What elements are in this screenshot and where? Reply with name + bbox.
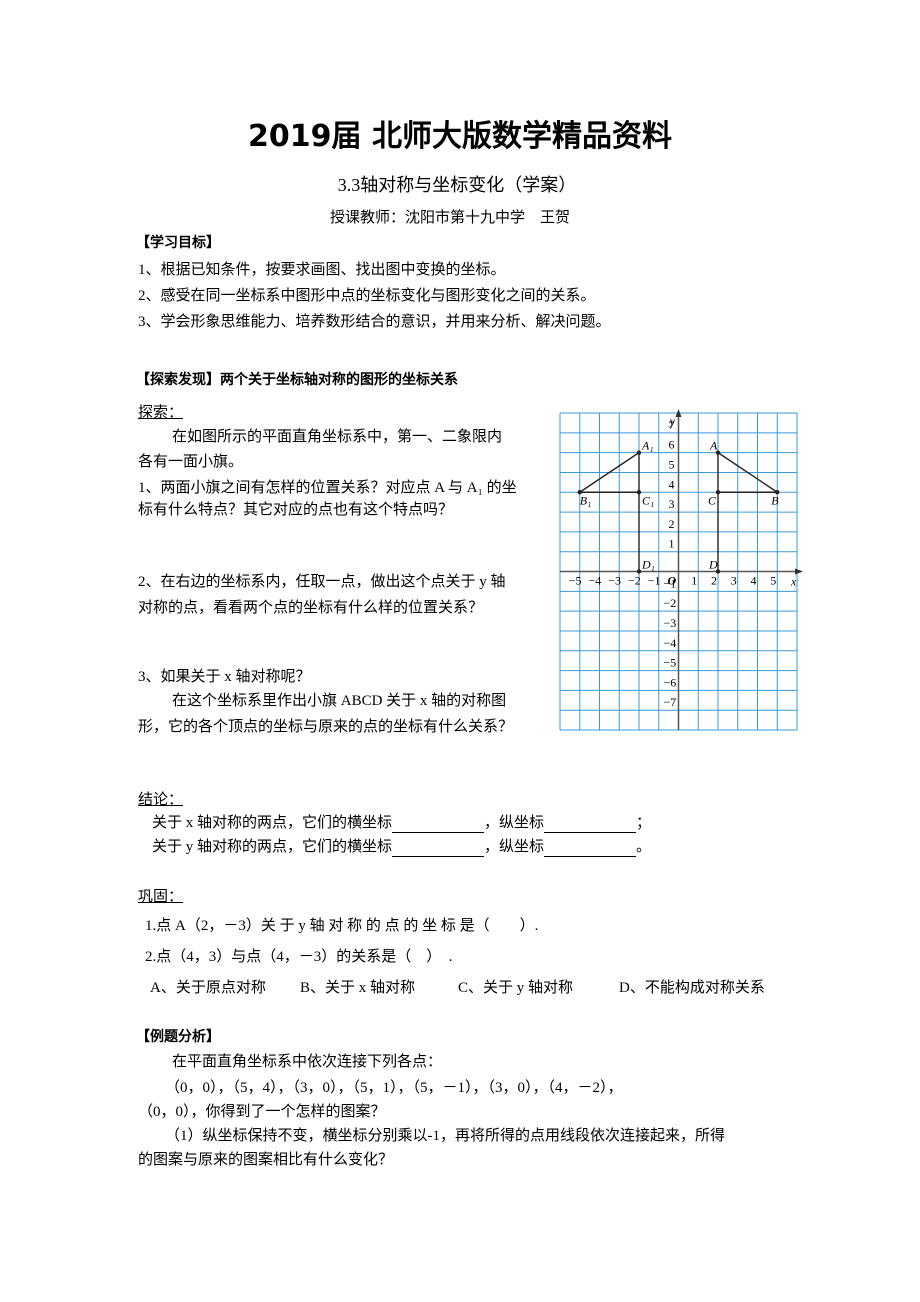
explore-label: 探索： bbox=[138, 405, 184, 421]
x-tick-label: 2 bbox=[711, 574, 717, 588]
practice-option: B、关于 x 轴对称 bbox=[300, 980, 416, 996]
x-tick-label: 5 bbox=[770, 574, 776, 588]
practice-option: C、关于 y 轴对称 bbox=[458, 980, 574, 996]
point-label: A bbox=[709, 439, 718, 453]
x-tick-label: −4 bbox=[589, 574, 602, 588]
goal-item: 1、根据已知条件，按要求画图、找出图中变换的坐标。 bbox=[138, 262, 506, 278]
y-tick-label: −2 bbox=[664, 596, 677, 610]
question-2: 2、在右边的坐标系内，任取一点，做出这个点关于 y 轴 bbox=[138, 574, 506, 590]
question-3: 3、如果关于 x 轴对称呢？ bbox=[138, 669, 311, 685]
goal-item: 3、学会形象思维能力、培养数形结合的意识，并用来分析、解决问题。 bbox=[138, 314, 611, 330]
x-tick-label: 1 bbox=[691, 574, 697, 588]
x-axis-label: x bbox=[790, 575, 797, 589]
explore-heading: 【探索发现】两个关于坐标轴对称的图形的坐标关系 bbox=[136, 372, 458, 388]
y-tick-label: 6 bbox=[669, 438, 675, 452]
question-1-cont: 标有什么特点？其它对应的点也有这个特点吗？ bbox=[138, 502, 454, 518]
y-tick-label: −7 bbox=[664, 695, 677, 709]
question-1: 1、两面小旗之间有怎样的位置关系？对应点 A 与 A₁ 的坐 bbox=[138, 480, 517, 496]
x-tick-label: −3 bbox=[608, 574, 621, 588]
answer-blank[interactable] bbox=[392, 817, 485, 833]
x-tick-label: 4 bbox=[751, 574, 757, 588]
point-label: C bbox=[708, 493, 717, 507]
y-tick-label: 3 bbox=[669, 497, 675, 511]
answer-blank[interactable] bbox=[544, 841, 637, 857]
y-tick-label: 1 bbox=[669, 537, 675, 551]
conclusion-text: ，纵坐标 bbox=[484, 815, 545, 831]
example-text: 的图案与原来的图案相比有什么变化？ bbox=[138, 1152, 394, 1168]
example-heading: 【例题分析】 bbox=[136, 1029, 220, 1045]
x-tick-label: 3 bbox=[731, 574, 737, 588]
answer-blank[interactable] bbox=[392, 841, 485, 857]
point-label: A₁ bbox=[641, 439, 654, 453]
lesson-title: 3.3轴对称与坐标变化（学案） bbox=[337, 175, 577, 195]
conclusion-label: 结论： bbox=[138, 792, 184, 808]
practice-q2: 2.点（4，3）与点（4，－3）的关系是（ ） . bbox=[145, 949, 453, 965]
question-2-cont: 对称的点，看看两个点的坐标有什么样的位置关系？ bbox=[138, 600, 484, 616]
example-text: （0，0），你得到了一个怎样的图案？ bbox=[138, 1104, 386, 1120]
conclusion-text: 关于 x 轴对称的两点，它们的横坐标 bbox=[152, 815, 393, 831]
goal-item: 2、感受在同一坐标系中图形中点的坐标变化与图形变化之间的关系。 bbox=[138, 288, 596, 304]
y-tick-label: −1 bbox=[664, 576, 677, 590]
y-tick-label: 5 bbox=[669, 457, 675, 471]
point-label: B bbox=[771, 493, 779, 507]
y-tick-label: −6 bbox=[664, 675, 677, 689]
point-marker bbox=[636, 569, 642, 574]
practice-q1: 1.点 A（2，－3）关 于 y 轴 对 称 的 点 的 坐 标 是（ ）. bbox=[145, 918, 539, 934]
question-3-cont: 在这个坐标系里作出小旗 ABCD 关于 x 轴的对称图 bbox=[172, 693, 507, 709]
conclusion-text: 关于 y 轴对称的两点，它们的横坐标 bbox=[152, 839, 393, 855]
answer-blank[interactable] bbox=[544, 817, 637, 833]
y-tick-label: −3 bbox=[664, 616, 677, 630]
point-label: C₁ bbox=[642, 493, 654, 507]
question-3-cont: 形，它的各个顶点的坐标与原来的点的坐标有什么关系？ bbox=[138, 719, 514, 735]
y-tick-label: −5 bbox=[664, 656, 677, 670]
x-tick-label: −5 bbox=[569, 574, 582, 588]
example-text: （1）纵坐标保持不变，横坐标分别乘以-1，再将所得的点用线段依次连接起来，所得 bbox=[165, 1128, 725, 1144]
point-label: B₁ bbox=[580, 493, 592, 507]
goals-heading: 【学习目标】 bbox=[136, 235, 220, 251]
point-label: D bbox=[708, 558, 718, 572]
explore-text: 在如图所示的平面直角坐标系中，第一、二象限内 bbox=[172, 429, 503, 445]
y-tick-label: 7 bbox=[669, 418, 675, 432]
conclusion-text: 。 bbox=[636, 839, 652, 855]
point-label: D₁ bbox=[641, 558, 655, 572]
y-tick-label: 4 bbox=[669, 477, 675, 491]
conclusion-text: ； bbox=[636, 815, 652, 831]
example-points: （0，0），（5，4），（3，0），（5，1），（5，－1），（3，0），（4，… bbox=[165, 1080, 623, 1096]
conclusion-line-2: 关于 y 轴对称的两点，它们的横坐标 ，纵坐标 。 bbox=[152, 837, 651, 857]
conclusion-text: ，纵坐标 bbox=[484, 839, 545, 855]
point-marker bbox=[715, 490, 721, 495]
practice-option: A、关于原点对称 bbox=[150, 980, 266, 996]
coordinate-grid-figure: xyO−5 −4 −3 −2 −1 1 2 3 4 57654321−1−2−3−4−5−6−7A… bbox=[559, 409, 803, 731]
x-tick-label: −2 bbox=[628, 574, 641, 588]
example-text: 在平面直角坐标系中依次连接下列各点： bbox=[172, 1054, 443, 1070]
point-marker bbox=[636, 450, 642, 455]
explore-text: 各有一面小旗。 bbox=[138, 454, 244, 470]
y-tick-label: 2 bbox=[669, 517, 675, 531]
y-tick-label: −4 bbox=[664, 636, 677, 650]
practice-option: D、不能构成对称关系 bbox=[619, 980, 765, 996]
practice-label: 巩固： bbox=[138, 889, 184, 905]
point-marker bbox=[636, 490, 642, 495]
teacher-line: 授课教师：沈阳市第十九中学 王贺 bbox=[330, 210, 571, 226]
x-tick-label: −1 bbox=[648, 574, 661, 588]
conclusion-line-1: 关于 x 轴对称的两点，它们的横坐标 ，纵坐标 ； bbox=[152, 813, 651, 833]
page-title: 2019届 北师大版数学精品资料 bbox=[248, 119, 672, 154]
